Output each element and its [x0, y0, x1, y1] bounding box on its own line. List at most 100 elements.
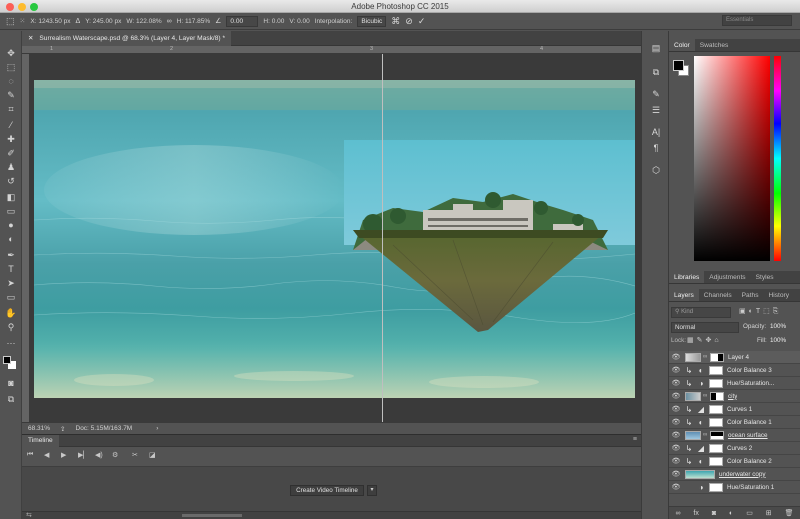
share-icon[interactable]: ⇪: [60, 425, 65, 433]
foreground-color-swatch[interactable]: [3, 356, 11, 364]
eye-icon[interactable]: 👁: [669, 418, 683, 426]
hskew-value[interactable]: H: 0.00: [263, 18, 284, 25]
layer-name[interactable]: city: [728, 393, 737, 400]
eye-icon[interactable]: 👁: [669, 366, 683, 374]
new-adjustment-icon[interactable]: ◐: [729, 510, 733, 517]
new-group-icon[interactable]: ▭: [746, 509, 753, 517]
panel-menu-icon[interactable]: ≡: [633, 436, 637, 443]
horizontal-ruler[interactable]: 1 2 3 4: [22, 46, 641, 54]
lock-icons[interactable]: ▦✎✥⌂: [687, 336, 722, 344]
lasso-tool-icon[interactable]: ◌: [3, 75, 19, 88]
layer-row[interactable]: 👁 ∞ city: [669, 390, 800, 403]
more-tools-icon[interactable]: ···: [3, 337, 19, 350]
properties-icon[interactable]: ☰: [648, 103, 664, 117]
color-panel-foreground[interactable]: [673, 60, 684, 71]
layer-row[interactable]: 👁 ↳ ◢ Curves 2: [669, 442, 800, 455]
eye-icon[interactable]: 👁: [669, 470, 683, 478]
angle-field[interactable]: 0.00: [226, 15, 259, 27]
tab-styles[interactable]: Styles: [751, 271, 779, 283]
fill-value[interactable]: 100%: [770, 337, 786, 344]
layer-name[interactable]: Layer 4: [728, 354, 749, 361]
layer-name[interactable]: ocean surface: [728, 432, 768, 439]
reference-point-icon[interactable]: ⁙: [20, 16, 26, 27]
transition-icon[interactable]: ◪: [149, 451, 156, 459]
blur-tool-icon[interactable]: ●: [3, 219, 19, 232]
document-image[interactable]: [34, 80, 635, 398]
warp-icon[interactable]: ⌘: [391, 16, 400, 27]
layer-filter-select[interactable]: ⚲ Kind: [671, 307, 731, 318]
vskew-value[interactable]: V: 0.00: [289, 18, 309, 25]
gradient-tool-icon[interactable]: ▭: [3, 205, 19, 218]
layer-mask-thumbnail[interactable]: [709, 404, 723, 414]
eraser-tool-icon[interactable]: ◧: [3, 191, 19, 204]
crop-tool-icon[interactable]: ⌗: [3, 103, 19, 116]
path-select-tool-icon[interactable]: ➤: [3, 277, 19, 290]
doc-info[interactable]: Doc: 5.15M/163.7M: [76, 425, 133, 432]
layer-row[interactable]: 👁 ◑ Hue/Saturation 1: [669, 481, 800, 494]
screen-mode-icon[interactable]: ⧉: [3, 393, 19, 406]
convert-frames-icon[interactable]: ⇆: [26, 511, 32, 519]
delete-layer-icon[interactable]: 🗑: [785, 509, 794, 517]
fx-icon[interactable]: fx: [693, 510, 698, 517]
shape-tool-icon[interactable]: ▭: [3, 291, 19, 304]
tab-adjustments[interactable]: Adjustments: [704, 271, 750, 283]
layer-row[interactable]: 👁 ↳ ◐ Color Balance 1: [669, 416, 800, 429]
zoom-window-button[interactable]: [30, 3, 38, 11]
eye-icon[interactable]: 👁: [669, 405, 683, 413]
history-panel-icon[interactable]: ▤: [648, 41, 664, 55]
cancel-transform-icon[interactable]: ⊘: [405, 16, 413, 27]
eye-icon[interactable]: 👁: [669, 444, 683, 452]
color-picker-field[interactable]: [694, 56, 770, 261]
commit-transform-icon[interactable]: ✓: [418, 16, 426, 27]
tab-paths[interactable]: Paths: [737, 289, 764, 301]
close-window-button[interactable]: [6, 3, 14, 11]
add-mask-icon[interactable]: ◙: [712, 510, 716, 517]
play-icon[interactable]: ▶: [61, 451, 66, 459]
quick-select-tool-icon[interactable]: ✎: [3, 89, 19, 102]
zoom-tool-icon[interactable]: ⚲: [3, 321, 19, 334]
eye-icon[interactable]: 👁: [669, 379, 683, 387]
eyedropper-tool-icon[interactable]: ⁄: [3, 119, 19, 132]
canvas-area[interactable]: [30, 54, 641, 422]
quick-mask-icon[interactable]: ◙: [3, 377, 19, 390]
transform-guide-line[interactable]: [382, 54, 383, 422]
layer-row[interactable]: 👁 ↳ ◐ Color Balance 3: [669, 364, 800, 377]
layer-mask-thumbnail[interactable]: [710, 391, 724, 401]
tab-color[interactable]: Color: [669, 39, 695, 51]
layer-name[interactable]: Hue/Saturation...: [727, 380, 774, 387]
layer-mask-thumbnail[interactable]: [710, 352, 724, 362]
paragraph-panel-icon[interactable]: ¶: [648, 141, 664, 155]
layer-name[interactable]: Color Balance 3: [727, 367, 772, 374]
x-value[interactable]: X: 1243.50 px: [30, 18, 70, 25]
prev-frame-icon[interactable]: ◀: [44, 451, 49, 459]
history-brush-icon[interactable]: ↺: [3, 175, 19, 188]
eye-icon[interactable]: 👁: [669, 392, 683, 400]
layer-comps-icon[interactable]: ⧉: [648, 65, 664, 79]
tab-history[interactable]: History: [764, 289, 795, 301]
layer-mask-thumbnail[interactable]: [709, 443, 723, 453]
adjustments-icon[interactable]: ✎: [648, 87, 664, 101]
layer-row[interactable]: 👁 underwater copy: [669, 468, 800, 481]
workspace-select[interactable]: Essentials: [722, 15, 792, 26]
layer-mask-thumbnail[interactable]: [709, 482, 723, 492]
layer-mask-thumbnail[interactable]: [709, 378, 723, 388]
eye-icon[interactable]: 👁: [669, 353, 683, 361]
split-icon[interactable]: ✂: [132, 451, 138, 459]
timeline-tab[interactable]: Timeline: [22, 435, 59, 447]
layer-mask-thumbnail[interactable]: [709, 365, 723, 375]
type-tool-icon[interactable]: T: [3, 263, 19, 276]
link-layers-icon[interactable]: ∞: [675, 510, 680, 517]
layer-row[interactable]: 👁 ↳ ◑ Hue/Saturation...: [669, 377, 800, 390]
opacity-value[interactable]: 100%: [770, 323, 786, 330]
height-value[interactable]: H: 117.85%: [177, 18, 210, 25]
interpolation-select[interactable]: Bicubic: [357, 15, 387, 27]
brush-tool-icon[interactable]: ✐: [3, 147, 19, 160]
layer-name[interactable]: Color Balance 2: [727, 458, 772, 465]
next-frame-icon[interactable]: ▶▏: [78, 451, 89, 459]
layer-name[interactable]: Color Balance 1: [727, 419, 772, 426]
tab-libraries[interactable]: Libraries: [669, 271, 705, 283]
layer-mask-thumbnail[interactable]: [709, 456, 723, 466]
layer-mask-thumbnail[interactable]: [710, 430, 724, 440]
eye-icon[interactable]: 👁: [669, 483, 683, 491]
link-icon[interactable]: ∞: [167, 16, 172, 27]
